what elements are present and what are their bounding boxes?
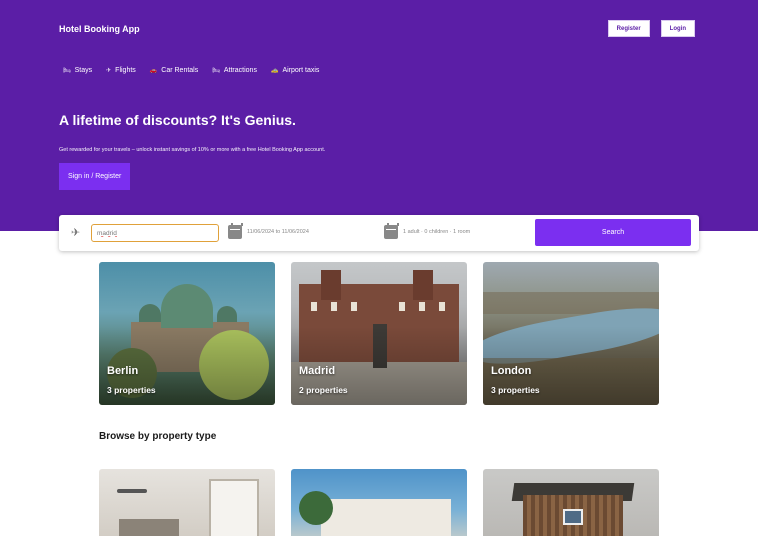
city-name: Berlin [107, 365, 139, 377]
bed-icon: 🛏 [212, 68, 220, 74]
city-card-berlin[interactable]: Berlin 3 properties [99, 262, 275, 405]
guests-field[interactable]: 1 adult · 0 children · 1 room [403, 229, 470, 235]
main-nav: 🛏 Stays ✈ Flights 🚗 Car Rentals 🛏 Attrac… [63, 67, 319, 74]
hero-banner: Hotel Booking App Register Login 🛏 Stays… [0, 0, 758, 231]
plane-icon: ✈ [106, 68, 112, 74]
city-card-london[interactable]: London 3 properties [483, 262, 659, 405]
car-icon: 🚗 [149, 68, 158, 74]
property-type-heading: Browse by property type [99, 431, 217, 442]
property-image-detail [209, 479, 259, 536]
auth-buttons: Register Login [607, 20, 695, 37]
property-type-card[interactable] [291, 469, 467, 536]
nav-item-stays[interactable]: 🛏 Stays [63, 67, 92, 74]
card-shade [99, 262, 275, 405]
register-button[interactable]: Register [607, 20, 650, 37]
bed-icon: 🛏 [63, 68, 71, 74]
nav-item-label: Car Rentals [161, 67, 199, 74]
property-image-detail [117, 489, 147, 493]
city-card-madrid[interactable]: Madrid 2 properties [291, 262, 467, 405]
hero-headline: A lifetime of discounts? It's Genius. [59, 112, 296, 128]
nav-item-car-rentals[interactable]: 🚗 Car Rentals [150, 67, 198, 74]
login-button[interactable]: Login [660, 20, 695, 37]
nav-item-label: Attractions [223, 67, 257, 74]
destination-input[interactable] [91, 224, 219, 242]
search-bar: ✈ 11/06/2024 to 11/06/2024 1 adult · 0 c… [59, 215, 699, 251]
nav-item-label: Stays [74, 67, 93, 74]
guests-icon [384, 223, 399, 239]
nav-item-attractions[interactable]: 🛏 Attractions [212, 67, 257, 74]
hero-subline: Get rewarded for your travels – unlock i… [59, 147, 326, 153]
property-type-card[interactable] [483, 469, 659, 536]
nav-item-flights[interactable]: ✈ Flights [106, 67, 136, 74]
nav-item-label: Airport taxis [282, 67, 320, 74]
city-name: London [491, 365, 532, 377]
date-range-field[interactable]: 11/06/2024 to 11/06/2024 [247, 229, 309, 235]
card-shade [291, 262, 467, 405]
city-property-count: 3 properties [107, 385, 156, 395]
brand-logo[interactable]: Hotel Booking App [59, 24, 140, 34]
plane-icon: ✈ [71, 227, 81, 239]
calendar-icon [228, 223, 243, 239]
property-image-detail [321, 499, 451, 536]
property-image-detail [119, 519, 179, 536]
city-property-count: 2 properties [299, 385, 348, 395]
search-button[interactable]: Search [535, 219, 691, 246]
signin-register-button[interactable]: Sign in / Register [59, 163, 131, 190]
property-image-detail [299, 491, 333, 525]
city-name: Madrid [299, 365, 336, 377]
taxi-icon: 🚕 [270, 68, 279, 74]
property-image-detail [563, 509, 583, 525]
nav-item-label: Flights [115, 67, 136, 74]
city-property-count: 3 properties [491, 385, 540, 395]
property-type-card[interactable] [99, 469, 275, 536]
card-shade [483, 262, 659, 405]
nav-item-airport-taxis[interactable]: 🚕 Airport taxis [271, 67, 319, 74]
